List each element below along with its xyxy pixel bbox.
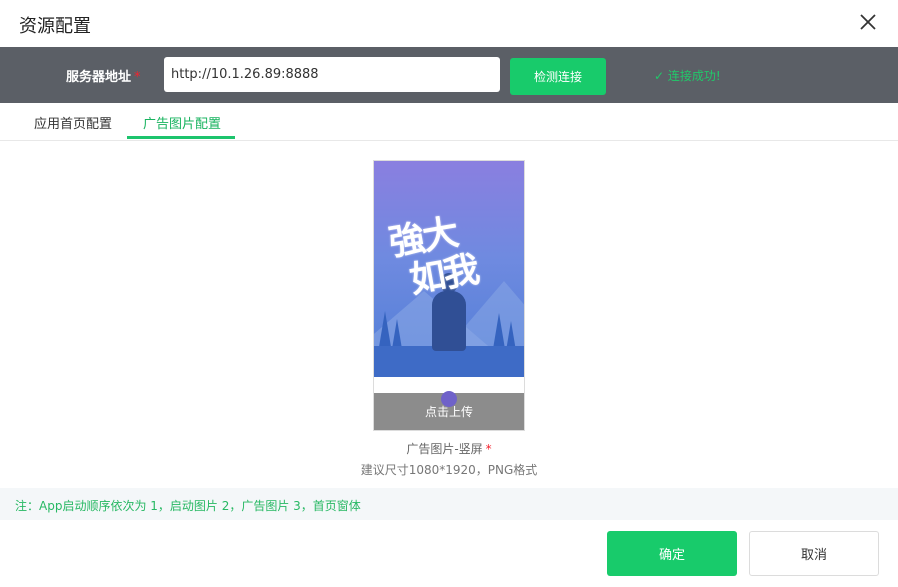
cancel-button[interactable]: 取消	[749, 531, 879, 576]
ad-poster-image: 強大 如我	[374, 161, 524, 377]
tab-app-home-config[interactable]: 应用首页配置	[34, 113, 112, 132]
ad-image-upload-card[interactable]: 強大 如我 点击上传	[373, 160, 525, 431]
config-tabs: 应用首页配置 广告图片配置	[0, 103, 898, 141]
startup-order-note: 注：App启动顺序依次为 1，启动图片 2，广告图片 3，首页窗体	[0, 488, 898, 520]
poster-figure-body	[432, 291, 466, 351]
server-address-input[interactable]	[164, 57, 500, 92]
dialog-titlebar: 资源配置	[0, 0, 898, 47]
connection-status: ✓ 连接成功!	[654, 69, 721, 83]
upload-label: 点击上传	[424, 405, 473, 419]
note-text: 注：App启动顺序依次为 1，启动图片 2，广告图片 3，首页窗体	[15, 499, 361, 513]
required-mark: *	[134, 70, 141, 85]
server-address-bar: 服务器地址* 检测连接 ✓ 连接成功!	[0, 47, 898, 103]
upload-size-hint: 建议尺寸1080*1920，PNG格式	[360, 463, 538, 477]
dialog-title: 资源配置	[19, 16, 91, 37]
resource-config-dialog: 资源配置 服务器地址* 检测连接 ✓ 连接成功! 应用首页配置 广告图片配置 強…	[0, 0, 898, 587]
confirm-button[interactable]: 确定	[607, 531, 737, 576]
server-address-label: 服务器地址 *	[66, 70, 141, 85]
required-mark: *	[485, 442, 492, 456]
test-connection-button[interactable]: 检测连接	[510, 58, 606, 95]
active-tab-indicator	[127, 136, 235, 139]
tab-ad-image-config[interactable]: 广告图片配置	[143, 113, 221, 132]
close-icon[interactable]	[857, 11, 879, 33]
upload-button[interactable]: 点击上传	[374, 391, 524, 430]
upload-caption: 广告图片-竖屏 *	[406, 442, 492, 456]
dialog-footer: 确定 取消	[0, 520, 898, 587]
